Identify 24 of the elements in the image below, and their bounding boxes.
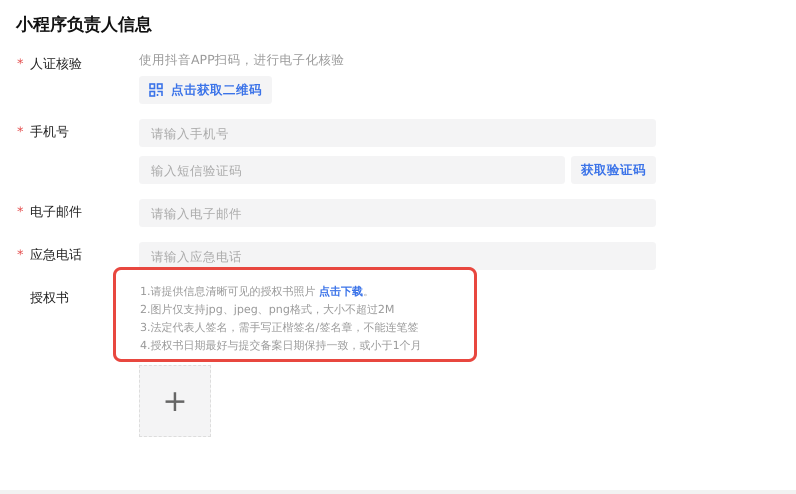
verification-code-input[interactable]: 输入短信验证码 bbox=[139, 156, 565, 184]
text-input[interactable]: 请输入应急电话 bbox=[139, 242, 656, 270]
instruction-text: 4.授权书日期最好与提交备案日期保持一致，或小于1个月 bbox=[140, 338, 423, 354]
field-label: 电子邮件 bbox=[30, 204, 82, 222]
get-qr-code-button[interactable]: 点击获取二维码 bbox=[139, 76, 272, 104]
required-mark: * bbox=[17, 56, 24, 74]
field-label: 人证核验 bbox=[30, 56, 82, 74]
instruction-text: 2.图片仅支持jpg、jpeg、png格式，大小不超过2M bbox=[140, 302, 396, 318]
required-mark: * bbox=[17, 124, 24, 142]
required-mark: * bbox=[17, 247, 24, 265]
instruction-text: 3.法定代表人签名，需手写正楷签名/签名章，不能连笔签 bbox=[140, 320, 420, 336]
qr-code-icon bbox=[149, 83, 163, 97]
phone-input[interactable]: 请输入手机号 bbox=[139, 119, 656, 147]
section-title: 小程序负责人信息 bbox=[16, 14, 153, 36]
upload-button[interactable]: + bbox=[139, 365, 211, 437]
download-link[interactable]: 点击下载 bbox=[319, 285, 364, 298]
field-label: 授权书 bbox=[30, 290, 69, 308]
required-mark: * bbox=[17, 204, 24, 222]
instruction-text: 1.请提供信息清晰可见的授权书照片 点击下载。 bbox=[140, 284, 376, 300]
field-label: 手机号 bbox=[30, 124, 69, 142]
text-input[interactable]: 请输入电子邮件 bbox=[139, 199, 656, 227]
get-code-button[interactable]: 获取验证码 bbox=[571, 156, 656, 184]
field-label: 应急电话 bbox=[30, 247, 82, 265]
hint-text: 使用抖音APP扫码，进行电子化核验 bbox=[139, 51, 346, 69]
